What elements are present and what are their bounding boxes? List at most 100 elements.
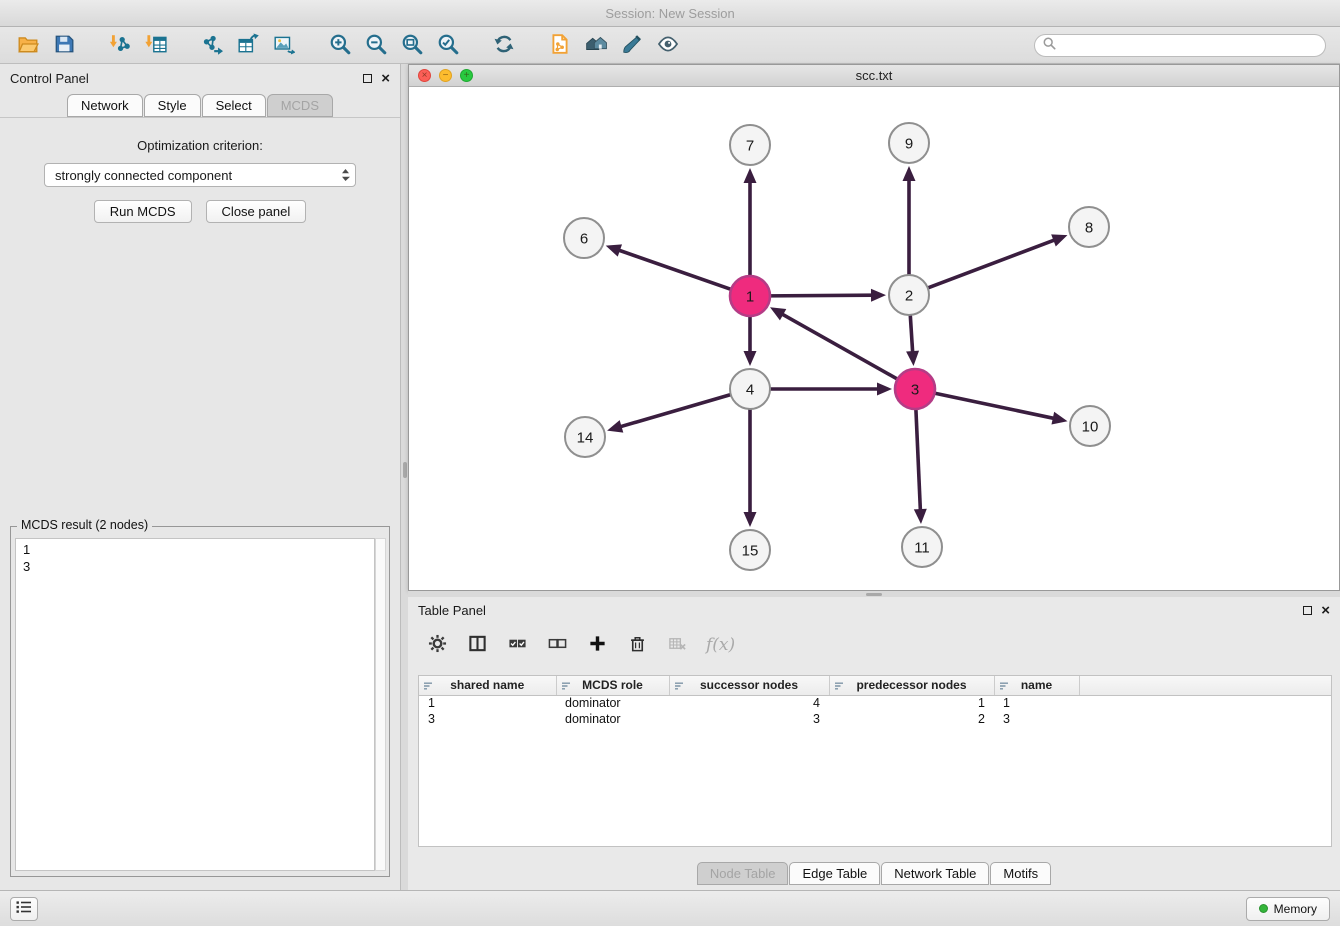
- gear-button[interactable]: [422, 630, 452, 660]
- save-button[interactable]: [46, 30, 82, 60]
- table-panel: Table Panel × f(x) shared nameMCDS roles…: [408, 597, 1340, 890]
- add-button[interactable]: [582, 630, 612, 660]
- network-graph-canvas[interactable]: 7968124314101511: [409, 87, 1339, 590]
- dropdown-stepper-icon: [341, 168, 350, 182]
- tab-edge-table[interactable]: Edge Table: [789, 862, 880, 885]
- splitter-handle[interactable]: [866, 593, 882, 596]
- memory-button[interactable]: Memory: [1246, 897, 1330, 921]
- edge-3-10[interactable]: [933, 393, 1055, 419]
- function-builder-icon[interactable]: f(x): [702, 635, 735, 655]
- table-row[interactable]: 3dominator323: [419, 711, 1331, 727]
- tab-mcds[interactable]: MCDS: [267, 94, 333, 117]
- control-panel-tabs: NetworkStyleSelectMCDS: [0, 94, 400, 117]
- column-header-name[interactable]: name: [994, 676, 1079, 695]
- homes-button[interactable]: [578, 30, 614, 60]
- edge-2-8[interactable]: [926, 240, 1055, 289]
- network-window: × − + scc.txt 7968124314101511: [408, 64, 1340, 591]
- zoom-fit-button[interactable]: [394, 30, 430, 60]
- toolbar-icons: [10, 30, 686, 60]
- result-scrollbar[interactable]: [375, 538, 386, 871]
- column-header-successor-nodes[interactable]: successor nodes: [669, 676, 829, 695]
- homes-icon: [585, 33, 607, 58]
- close-panel-button[interactable]: Close panel: [206, 200, 307, 223]
- column-header-mcds-role[interactable]: MCDS role: [556, 676, 669, 695]
- cell-successor-nodes[interactable]: 4: [669, 695, 829, 711]
- window-title: Session: New Session: [605, 6, 734, 21]
- cell-shared-name[interactable]: 1: [419, 695, 556, 711]
- cell-mcds-role[interactable]: dominator: [556, 711, 669, 727]
- tab-network-table[interactable]: Network Table: [881, 862, 989, 885]
- close-panel-icon[interactable]: ×: [1321, 603, 1330, 618]
- export-table-button[interactable]: [230, 30, 266, 60]
- column-header-shared-name[interactable]: shared name: [419, 676, 556, 695]
- close-panel-icon[interactable]: ×: [381, 71, 390, 86]
- document-network-icon: [549, 33, 571, 58]
- network-window-titlebar[interactable]: × − + scc.txt: [409, 65, 1339, 87]
- edge-arrowhead-icon: [871, 289, 886, 302]
- eye-button[interactable]: [650, 30, 686, 60]
- export-image-button[interactable]: [266, 30, 302, 60]
- sort-icon[interactable]: [834, 680, 844, 694]
- zoom-selected-button[interactable]: [430, 30, 466, 60]
- run-mcds-button[interactable]: Run MCDS: [94, 200, 192, 223]
- mcds-result-text[interactable]: 1 3: [15, 538, 375, 871]
- cell-name[interactable]: 1: [994, 695, 1079, 711]
- edge-2-3[interactable]: [910, 313, 913, 353]
- tab-network[interactable]: Network: [67, 94, 143, 117]
- tab-motifs[interactable]: Motifs: [990, 862, 1051, 885]
- vertical-splitter[interactable]: [401, 64, 408, 890]
- cell-filler: [1079, 711, 1331, 727]
- close-window-icon[interactable]: ×: [418, 69, 431, 82]
- refresh-button[interactable]: [486, 30, 522, 60]
- import-table-button[interactable]: [138, 30, 174, 60]
- table-toolbar: f(x): [422, 625, 735, 665]
- node-label-14: 14: [577, 430, 594, 447]
- zoom-out-button[interactable]: [358, 30, 394, 60]
- select-all-button[interactable]: [502, 630, 532, 660]
- zoom-in-button[interactable]: [322, 30, 358, 60]
- cell-successor-nodes[interactable]: 3: [669, 711, 829, 727]
- select-all-icon: [508, 634, 527, 656]
- export-network-button[interactable]: [194, 30, 230, 60]
- brush-icon: [621, 33, 643, 58]
- delete-table-button[interactable]: [662, 630, 692, 660]
- deselect-all-icon: [548, 634, 567, 656]
- cell-name[interactable]: 3: [994, 711, 1079, 727]
- columns-button[interactable]: [462, 630, 492, 660]
- column-header-predecessor-nodes[interactable]: predecessor nodes: [829, 676, 994, 695]
- float-panel-icon[interactable]: [1303, 606, 1312, 615]
- optimization-select[interactable]: strongly connected component: [44, 163, 356, 187]
- panel-list-button[interactable]: [10, 897, 38, 921]
- cell-mcds-role[interactable]: dominator: [556, 695, 669, 711]
- tab-select[interactable]: Select: [202, 94, 266, 117]
- tab-node-table[interactable]: Node Table: [697, 862, 789, 885]
- minimize-window-icon[interactable]: −: [439, 69, 452, 82]
- folder-open-button[interactable]: [10, 30, 46, 60]
- node-table: shared nameMCDS rolesuccessor nodesprede…: [418, 675, 1332, 847]
- edge-4-14[interactable]: [620, 394, 733, 427]
- sort-icon[interactable]: [561, 680, 571, 694]
- import-network-button[interactable]: [102, 30, 138, 60]
- search-input[interactable]: [1061, 38, 1317, 53]
- tab-style[interactable]: Style: [144, 94, 201, 117]
- sort-icon[interactable]: [674, 680, 684, 694]
- splitter-handle[interactable]: [403, 462, 407, 478]
- brush-button[interactable]: [614, 30, 650, 60]
- cell-predecessor-nodes[interactable]: 2: [829, 711, 994, 727]
- sort-icon[interactable]: [999, 680, 1009, 694]
- zoom-selected-icon: [437, 33, 459, 58]
- maximize-window-icon[interactable]: +: [460, 69, 473, 82]
- edge-1-2[interactable]: [768, 295, 873, 296]
- deselect-all-button[interactable]: [542, 630, 572, 660]
- document-network-button[interactable]: [542, 30, 578, 60]
- table-row[interactable]: 1dominator411: [419, 695, 1331, 711]
- search-box[interactable]: [1034, 34, 1326, 57]
- cell-shared-name[interactable]: 3: [419, 711, 556, 727]
- trash-button[interactable]: [622, 630, 652, 660]
- edge-1-6[interactable]: [618, 250, 733, 290]
- sort-icon[interactable]: [423, 680, 433, 694]
- edge-3-1[interactable]: [781, 314, 899, 380]
- edge-3-11[interactable]: [916, 407, 921, 511]
- cell-predecessor-nodes[interactable]: 1: [829, 695, 994, 711]
- float-panel-icon[interactable]: [363, 74, 372, 83]
